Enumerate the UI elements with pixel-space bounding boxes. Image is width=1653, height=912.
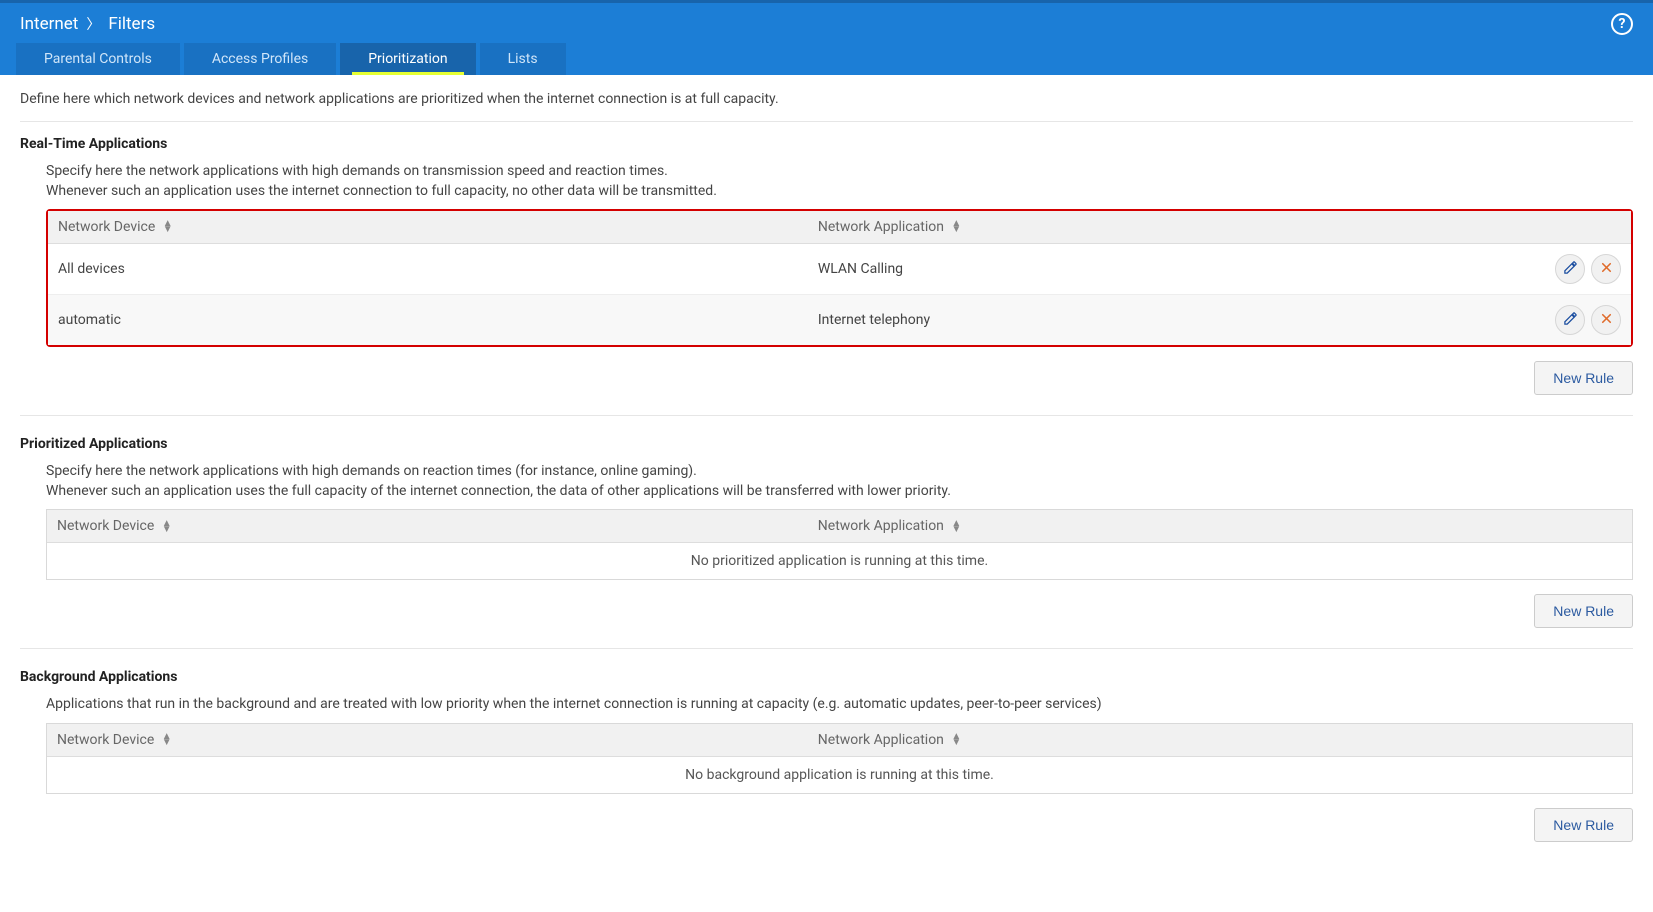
button-row: New Rule [46,361,1633,395]
rules-table: Network Device ▲▼Network Application ▲▼N… [47,510,1632,579]
new-rule-button[interactable]: New Rule [1534,594,1633,628]
edit-button[interactable] [1555,305,1585,335]
close-icon [1599,311,1614,330]
cell-application: Internet telephony [808,295,1511,346]
table-wrap: Network Device ▲▼Network Application ▲▼N… [46,723,1633,794]
tab-prioritization[interactable]: Prioritization [340,43,475,75]
new-rule-button[interactable]: New Rule [1534,361,1633,395]
cell-application: WLAN Calling [808,244,1511,295]
sort-icon: ▲▼ [163,221,173,233]
new-rule-button[interactable]: New Rule [1534,808,1633,842]
sort-icon: ▲▼ [162,521,172,533]
column-header-actions [1511,211,1631,244]
empty-row: No prioritized application is running at… [47,543,1632,580]
column-header-application[interactable]: Network Application ▲▼ [808,510,1632,543]
breadcrumb-root[interactable]: Internet [20,14,78,34]
close-icon [1599,260,1614,279]
section-title: Background Applications [20,669,1633,685]
help-icon[interactable]: ? [1611,13,1633,35]
table-wrap: Network Device ▲▼Network Application ▲▼ … [46,209,1633,347]
section-description: Applications that run in the background … [46,695,1633,715]
sort-icon: ▲▼ [951,221,961,233]
cell-device: All devices [48,244,808,295]
cell-actions [1511,295,1631,346]
sort-icon: ▲▼ [951,734,961,746]
page-header: Internet 〉 Filters ? Parental ControlsAc… [0,0,1653,75]
section-description: Specify here the network applications wi… [46,162,1633,201]
column-header-application[interactable]: Network Application ▲▼ [808,724,1632,757]
table-row: All devicesWLAN Calling [48,244,1631,295]
table-wrap: Network Device ▲▼Network Application ▲▼N… [46,509,1633,580]
chevron-right-icon: 〉 [86,14,100,34]
table-row: automaticInternet telephony [48,295,1631,346]
cell-device: automatic [48,295,808,346]
tab-parental-controls[interactable]: Parental Controls [16,43,180,75]
button-row: New Rule [46,808,1633,842]
column-header-device[interactable]: Network Device ▲▼ [47,510,808,543]
button-row: New Rule [46,594,1633,628]
section-title: Real-Time Applications [20,136,1633,152]
sort-icon: ▲▼ [951,521,961,533]
tab-access-profiles[interactable]: Access Profiles [184,43,336,75]
sort-icon: ▲▼ [162,734,172,746]
tab-bar: Parental ControlsAccess ProfilesPrioriti… [0,43,1653,75]
column-header-device[interactable]: Network Device ▲▼ [47,724,808,757]
breadcrumb: Internet 〉 Filters ? [0,3,1653,43]
section-description: Specify here the network applications wi… [46,462,1633,501]
edit-button[interactable] [1555,254,1585,284]
rules-table: Network Device ▲▼Network Application ▲▼ … [48,211,1631,345]
delete-button[interactable] [1591,254,1621,284]
section-realtime: Real-Time Applications Specify here the n… [20,136,1633,416]
section-title: Prioritized Applications [20,436,1633,452]
rules-table: Network Device ▲▼Network Application ▲▼N… [47,724,1632,793]
pencil-icon [1563,260,1578,279]
intro-text: Define here which network devices and ne… [20,91,1633,122]
breadcrumb-current: Filters [108,14,155,34]
empty-row: No background application is running at … [47,756,1632,793]
section-prioritized: Prioritized Applications Specify here the… [20,436,1633,649]
section-background: Background Applications Applications that… [20,669,1633,862]
cell-actions [1511,244,1631,295]
pencil-icon [1563,311,1578,330]
content-area: Define here which network devices and ne… [0,75,1653,912]
delete-button[interactable] [1591,305,1621,335]
column-header-device[interactable]: Network Device ▲▼ [48,211,808,244]
column-header-application[interactable]: Network Application ▲▼ [808,211,1511,244]
tab-lists[interactable]: Lists [480,43,566,75]
